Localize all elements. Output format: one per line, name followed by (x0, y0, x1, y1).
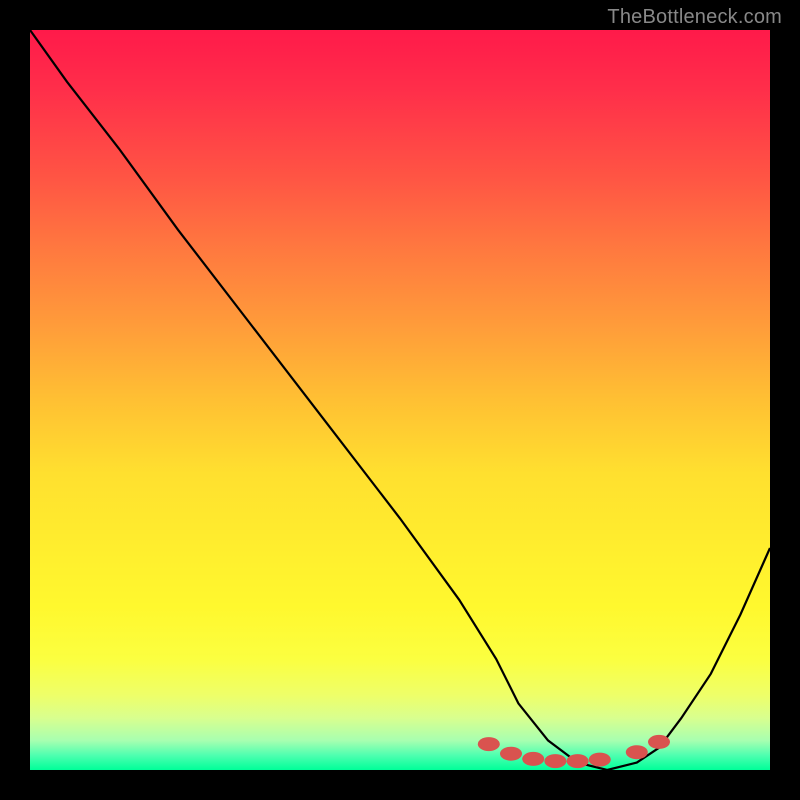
watermark-text: TheBottleneck.com (607, 6, 782, 29)
plot-area (30, 30, 770, 770)
chart-container: TheBottleneck.com (0, 0, 800, 800)
gradient-background (30, 30, 770, 770)
